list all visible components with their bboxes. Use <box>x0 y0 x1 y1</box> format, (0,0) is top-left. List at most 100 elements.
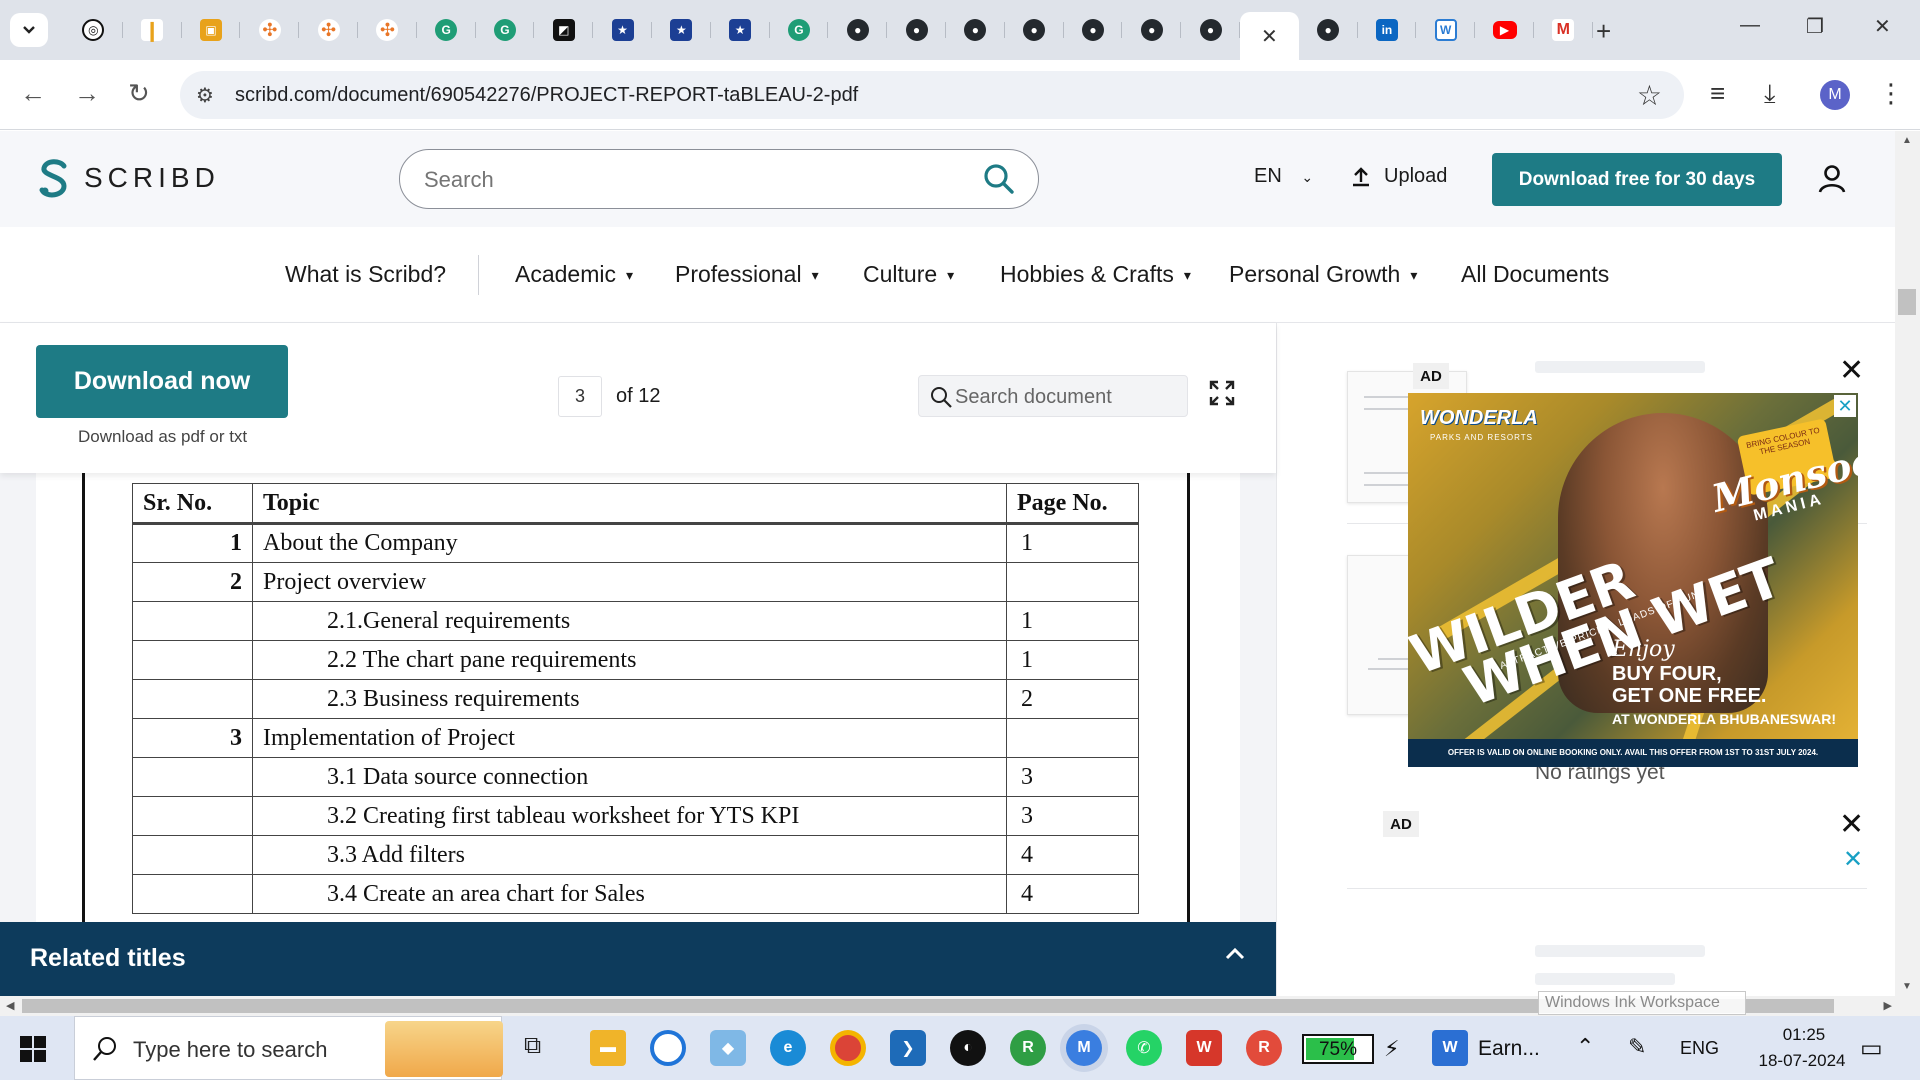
chrome-profile-icon[interactable]: R <box>1246 1030 1282 1066</box>
tab[interactable]: ★ <box>711 12 770 48</box>
new-tab-button[interactable]: + <box>1596 16 1611 47</box>
taskbar-search[interactable]: Type here to search <box>74 1016 503 1080</box>
nav-all-documents[interactable]: All Documents <box>1461 261 1609 288</box>
tab[interactable]: ▶ <box>1475 12 1534 48</box>
url-text[interactable]: scribd.com/document/690542276/PROJECT-RE… <box>235 84 858 107</box>
input-language[interactable]: ENG <box>1680 1038 1719 1059</box>
bookmark-star-icon[interactable]: ☆ <box>1637 79 1662 112</box>
tab[interactable]: ◎ <box>64 12 123 48</box>
download-now-button[interactable]: Download now <box>36 345 288 418</box>
restore-icon[interactable]: ❐ <box>1806 14 1824 39</box>
address-bar[interactable]: ⚙ scribd.com/document/690542276/PROJECT-… <box>180 71 1684 119</box>
nav-professional[interactable]: Professional ▾ <box>675 261 819 288</box>
nav-culture[interactable]: Culture ▾ <box>863 261 954 288</box>
vscode-icon[interactable]: ❯ <box>890 1030 926 1066</box>
pen-workspace-icon[interactable]: ✎ <box>1628 1034 1646 1060</box>
3d-viewer-icon[interactable]: ◆ <box>710 1030 746 1066</box>
close-tab-icon[interactable]: ✕ <box>1261 24 1278 49</box>
tab[interactable]: ◩ <box>534 12 593 48</box>
scroll-left-arrow-icon[interactable]: ◀ <box>6 999 14 1012</box>
chevron-up-icon[interactable]: ⌃ <box>1576 1034 1594 1060</box>
minimize-icon[interactable]: — <box>1740 14 1760 37</box>
ad-choices-close-icon[interactable]: ✕ <box>1843 845 1863 874</box>
tab[interactable]: ● <box>887 12 946 48</box>
tab[interactable]: ● <box>1299 12 1358 48</box>
windows-taskbar: Type here to search ⧉ ▬ ◆ e ❯ ◐ R M ✆ W … <box>0 1016 1920 1080</box>
close-window-icon[interactable]: ✕ <box>1874 14 1891 39</box>
cortana-icon[interactable] <box>650 1030 686 1066</box>
media-control-icon[interactable]: ≡ <box>1710 78 1725 109</box>
tab[interactable]: G <box>417 12 476 48</box>
site-search[interactable] <box>399 149 1039 209</box>
fullscreen-icon[interactable] <box>1208 379 1236 407</box>
tab[interactable]: ● <box>946 12 1005 48</box>
tab[interactable]: ✣ <box>358 12 417 48</box>
active-window-title[interactable]: Earn... <box>1478 1037 1540 1061</box>
menu-kebab-icon[interactable]: ⋮ <box>1878 78 1904 109</box>
tab[interactable]: ● <box>1005 12 1064 48</box>
nav-hobbies-crafts[interactable]: Hobbies & Crafts ▾ <box>1000 261 1191 288</box>
tab[interactable]: W <box>1416 12 1475 48</box>
vertical-scroll-thumb[interactable] <box>1898 289 1916 315</box>
back-icon[interactable]: ← <box>20 78 46 109</box>
advertisement-banner[interactable]: WONDERLA PARKS AND RESORTS BRING COLOUR … <box>1408 393 1858 767</box>
file-explorer-icon[interactable]: ▬ <box>590 1030 626 1066</box>
download-icon[interactable]: ⤓ <box>1764 78 1776 110</box>
nav-academic[interactable]: Academic ▾ <box>515 261 633 288</box>
tab[interactable]: ❙ <box>123 12 182 48</box>
tab[interactable]: ● <box>1122 12 1181 48</box>
whatsapp-icon[interactable]: ✆ <box>1126 1030 1162 1066</box>
tab[interactable]: ✣ <box>299 12 358 48</box>
tab[interactable]: ▣ <box>182 12 241 48</box>
task-view-icon[interactable]: ⧉ <box>524 1032 541 1060</box>
app-w-icon[interactable]: W <box>1186 1030 1222 1066</box>
search-input[interactable] <box>424 164 964 196</box>
notification-icon[interactable]: ▭ <box>1860 1034 1883 1063</box>
related-titles-bar[interactable]: Related titles <box>0 922 1277 996</box>
download-free-trial-button[interactable]: Download free for 30 days <box>1492 153 1782 206</box>
tab[interactable]: M <box>1534 12 1593 48</box>
search-icon[interactable] <box>982 162 1016 196</box>
vertical-scrollbar[interactable]: ▲ ▼ <box>1895 131 1920 996</box>
close-ad-icon[interactable]: ✕ <box>1834 395 1856 417</box>
tab[interactable]: ★ <box>652 12 711 48</box>
tab[interactable]: G <box>476 12 535 48</box>
chrome-profile-active-icon[interactable]: M <box>1066 1030 1102 1066</box>
forward-icon[interactable]: → <box>74 78 100 109</box>
tab[interactable]: in <box>1358 12 1417 48</box>
chrome-profile-icon[interactable]: R <box>1010 1030 1046 1066</box>
chevron-up-icon[interactable] <box>1225 946 1245 960</box>
upload-button[interactable]: Upload <box>1350 165 1447 188</box>
page-number-input[interactable]: 3 <box>558 376 602 417</box>
scroll-down-arrow-icon[interactable]: ▼ <box>1902 981 1912 992</box>
tab[interactable]: ★ <box>593 12 652 48</box>
clock-time[interactable]: 01:25 <box>1760 1025 1848 1045</box>
document-search[interactable]: Search document <box>918 375 1188 417</box>
scroll-up-arrow-icon[interactable]: ▲ <box>1902 135 1912 146</box>
nav-personal-growth[interactable]: Personal Growth ▾ <box>1229 261 1417 288</box>
reload-icon[interactable]: ↻ <box>128 78 150 109</box>
scribd-logo[interactable]: SCRIBD <box>38 158 220 198</box>
clock-date[interactable]: 18-07-2024 <box>1742 1051 1862 1071</box>
tab[interactable]: ● <box>1064 12 1123 48</box>
word-document-icon[interactable]: W <box>1432 1030 1468 1066</box>
windows-start-icon[interactable] <box>20 1036 46 1062</box>
nav-what-is-scribd[interactable]: What is Scribd? <box>285 261 446 288</box>
profile-avatar[interactable]: M <box>1820 80 1850 110</box>
scroll-right-arrow-icon[interactable]: ▶ <box>1884 999 1892 1012</box>
app-leaf-icon[interactable]: ◐ <box>950 1030 986 1066</box>
tab-active[interactable]: ✕ <box>1239 12 1299 60</box>
close-ad-icon[interactable]: ✕ <box>1839 807 1864 842</box>
battery-indicator[interactable]: 75% <box>1302 1034 1374 1064</box>
site-info-icon[interactable]: ⚙ <box>196 83 214 108</box>
edge-icon[interactable]: e <box>770 1030 806 1066</box>
tab[interactable]: ✣ <box>240 12 299 48</box>
language-selector[interactable]: EN ⌄ <box>1254 165 1313 188</box>
tab-search-button[interactable] <box>10 13 48 47</box>
tab[interactable]: ● <box>1181 12 1240 48</box>
user-account-icon[interactable] <box>1814 161 1850 197</box>
chrome-icon[interactable] <box>830 1030 866 1066</box>
close-ad-icon[interactable]: ✕ <box>1839 353 1864 388</box>
tab[interactable]: G <box>770 12 829 48</box>
tab[interactable]: ● <box>828 12 887 48</box>
